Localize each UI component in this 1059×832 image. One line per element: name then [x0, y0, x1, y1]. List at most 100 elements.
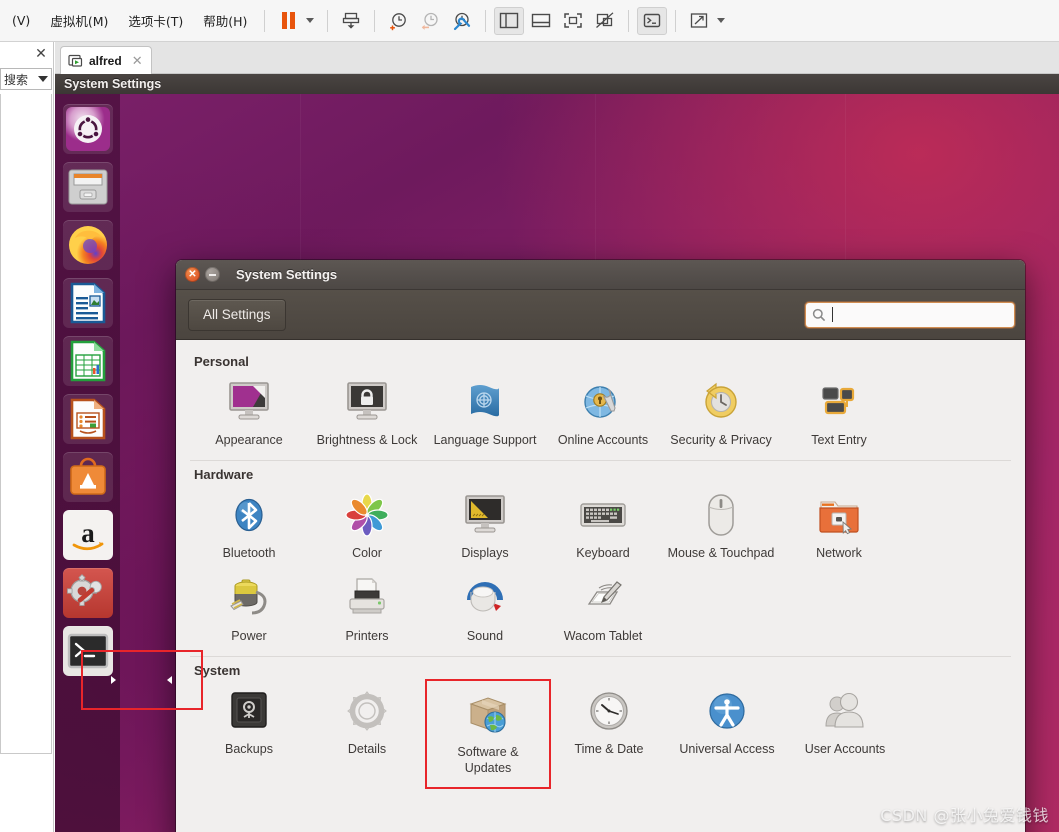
settings-item-mouse-touchpad[interactable]: Mouse & Touchpad	[662, 484, 780, 567]
minimize-icon[interactable]	[205, 267, 220, 282]
menu-item-tabs[interactable]: 选项卡(T)	[118, 7, 193, 34]
toolbar-divider	[675, 9, 677, 32]
screenshot-root: (V) 虚拟机(M) 选项卡(T) 帮助(H) ✕ 搜索 alfred ✕ Sy…	[0, 0, 1059, 832]
unity-top-panel: System Settings	[55, 74, 1059, 94]
launcher-item-libreoffice-calc[interactable]	[62, 336, 113, 386]
settings-item-label: Appearance	[215, 433, 283, 447]
settings-item-displays[interactable]: Displays	[426, 484, 544, 567]
snapshot-take-icon[interactable]	[383, 7, 413, 35]
settings-item-label: Backups	[225, 742, 273, 756]
settings-item-wacom-tablet[interactable]: Wacom Tablet	[544, 567, 662, 650]
settings-item-network[interactable]: Network	[780, 484, 898, 567]
launcher-item-libreoffice-writer[interactable]	[62, 278, 113, 328]
settings-item-power[interactable]: Power	[190, 567, 308, 650]
stretch-icon[interactable]	[684, 7, 714, 35]
settings-item-text-entry[interactable]: Text Entry	[780, 371, 898, 454]
vmware-menubar: (V) 虚拟机(M) 选项卡(T) 帮助(H)	[0, 0, 1059, 42]
security-privacy-icon	[697, 378, 745, 426]
firefox-icon	[68, 226, 107, 264]
vm-library-sidebar: ✕ 搜索	[0, 42, 54, 832]
view-dropdown-caret-icon[interactable]	[717, 18, 726, 23]
settings-item-appearance[interactable]: Appearance	[190, 371, 308, 454]
libreoffice-impress-icon	[70, 398, 105, 440]
settings-item-bluetooth[interactable]: Bluetooth	[190, 484, 308, 567]
settings-item-brightness-lock[interactable]: Brightness & Lock	[308, 371, 426, 454]
settings-item-printers[interactable]: Printers	[308, 567, 426, 650]
sidebar-view-icon[interactable]	[494, 6, 525, 35]
fullscreen-view-icon[interactable]	[558, 7, 588, 35]
dropdown-caret-icon[interactable]	[306, 18, 315, 23]
send-ctrl-alt-del-icon[interactable]	[336, 7, 366, 35]
settings-item-label: Time & Date	[574, 742, 644, 756]
settings-item-label: Universal Access	[679, 742, 775, 756]
settings-item-backups[interactable]: Backups	[190, 680, 308, 788]
details-icon	[343, 687, 391, 735]
settings-item-sound[interactable]: Sound	[426, 567, 544, 650]
pause-icon[interactable]	[273, 7, 303, 35]
settings-item-label: Software & Updates	[457, 745, 519, 775]
all-settings-button[interactable]: All Settings	[188, 298, 286, 331]
menu-item-view[interactable]: (V)	[2, 9, 40, 32]
library-list[interactable]	[0, 94, 52, 754]
settings-item-language-support[interactable]: Language Support	[426, 371, 544, 454]
toolbar-divider	[628, 9, 630, 32]
settings-item-universal-access[interactable]: Universal Access	[668, 680, 786, 788]
settings-grid-personal: Appearance Brightness & Lock Language Su…	[190, 371, 1011, 454]
window-title: System Settings	[236, 267, 338, 282]
backups-icon	[225, 687, 273, 735]
settings-item-label: Sound	[466, 629, 504, 643]
settings-item-online-accounts[interactable]: Online Accounts	[544, 371, 662, 454]
section-divider	[190, 656, 1011, 657]
software-updates-icon	[464, 690, 512, 738]
close-icon[interactable]: ✕	[132, 53, 143, 69]
settings-search-input[interactable]	[805, 301, 1015, 328]
wacom-tablet-icon	[579, 574, 627, 622]
settings-item-user-accounts[interactable]: User Accounts	[786, 680, 904, 788]
launcher-item-ubuntu-software[interactable]	[62, 452, 113, 502]
close-icon[interactable]: ✕	[185, 267, 200, 282]
launcher-item-amazon[interactable]: a	[62, 510, 113, 560]
system-settings-window[interactable]: ✕ System Settings All Settings Personal	[176, 260, 1025, 832]
unity-view-icon[interactable]	[590, 7, 620, 35]
section-title-personal: Personal	[194, 354, 249, 369]
launcher-item-files[interactable]	[62, 162, 113, 212]
section-divider	[190, 460, 1011, 461]
power-icon	[225, 574, 273, 622]
settings-item-label: Language Support	[433, 433, 537, 447]
menu-item-virtual-machine[interactable]: 虚拟机(M)	[40, 7, 118, 34]
menu-item-help[interactable]: 帮助(H)	[193, 7, 257, 34]
amazon-icon: a	[72, 518, 103, 551]
launcher-item-libreoffice-impress[interactable]	[62, 394, 113, 444]
library-search-box[interactable]: 搜索	[0, 68, 52, 90]
settings-item-keyboard[interactable]: Keyboard	[544, 484, 662, 567]
settings-item-software-updates[interactable]: Software & Updates	[425, 679, 551, 789]
settings-item-label: Displays	[461, 546, 509, 560]
color-icon	[343, 491, 391, 539]
system-settings-icon	[66, 574, 102, 606]
vm-tab-alfred[interactable]: alfred ✕	[60, 46, 152, 74]
launcher-item-terminal[interactable]	[62, 626, 113, 676]
toolbar-divider	[485, 9, 487, 32]
settings-item-label: Bluetooth	[222, 546, 276, 560]
settings-grid-system: Backups Details Software & Updates Time …	[190, 679, 1011, 789]
launcher-item-system-settings[interactable]	[62, 568, 113, 618]
user-accounts-icon	[821, 687, 869, 735]
settings-item-color[interactable]: Color	[308, 484, 426, 567]
displays-icon	[461, 491, 509, 539]
sound-icon	[461, 574, 509, 622]
launcher-item-firefox[interactable]	[62, 220, 113, 270]
close-icon[interactable]: ✕	[33, 46, 49, 62]
unity-launcher: a	[55, 94, 120, 832]
toolbar-divider	[264, 9, 266, 32]
launcher-item-ubuntu-dash[interactable]	[62, 104, 113, 154]
settings-item-security-privacy[interactable]: Security & Privacy	[662, 371, 780, 454]
mouse-touchpad-icon	[697, 491, 745, 539]
settings-item-details[interactable]: Details	[308, 680, 426, 788]
snapshot-revert-icon[interactable]	[415, 7, 445, 35]
terminal-icon[interactable]	[637, 6, 668, 35]
settings-item-time-date[interactable]: Time & Date	[550, 680, 668, 788]
chevron-down-icon[interactable]	[38, 76, 48, 82]
settings-item-label: Security & Privacy	[670, 433, 772, 447]
snapshot-manager-icon[interactable]	[447, 7, 477, 35]
console-view-icon[interactable]	[526, 7, 556, 35]
